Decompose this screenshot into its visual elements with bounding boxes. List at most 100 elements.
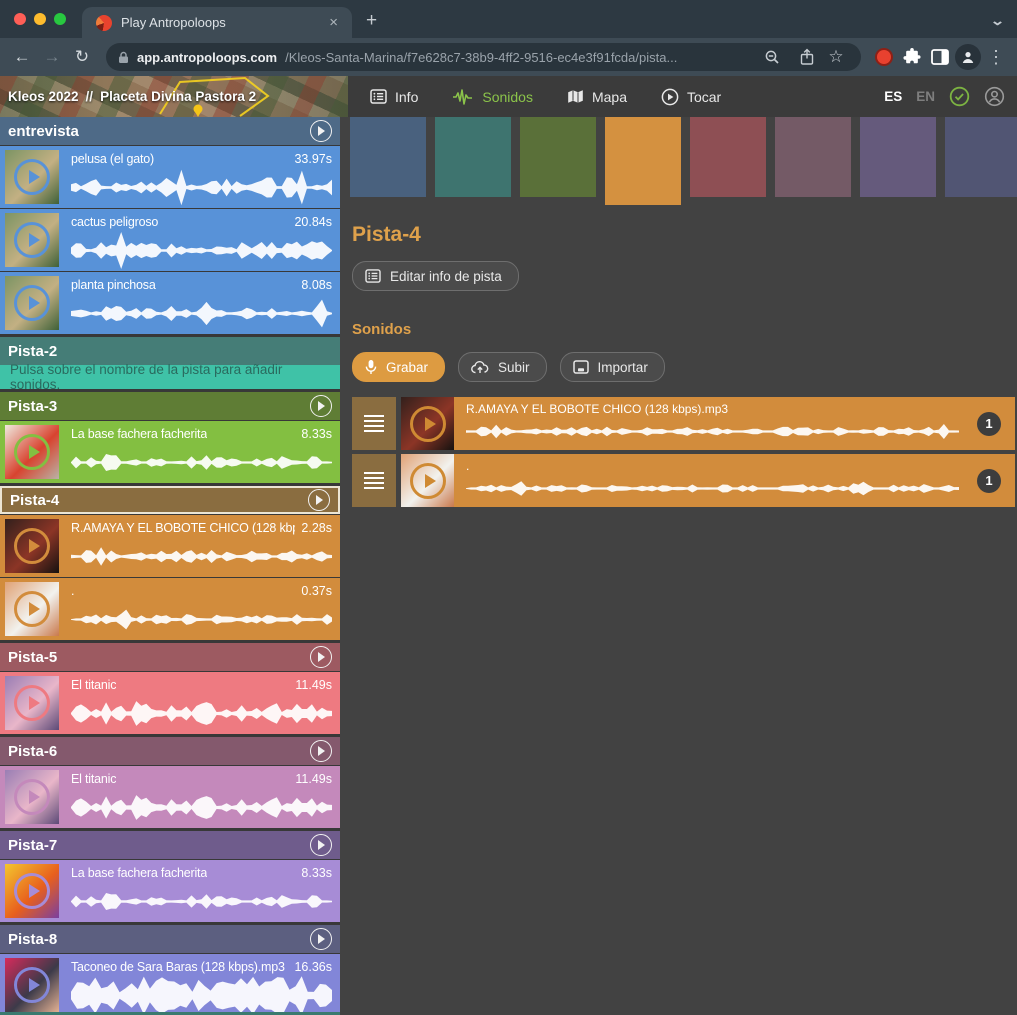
sync-check-icon[interactable] <box>949 86 970 107</box>
sound-thumbnail[interactable] <box>5 213 59 267</box>
track-color-tab[interactable] <box>350 117 426 197</box>
browser-tab[interactable]: Play Antropoloops × <box>82 7 352 38</box>
sound-item[interactable]: pelusa (el gato) 33.97s <box>0 146 340 208</box>
sound-waveform[interactable] <box>71 787 332 828</box>
play-icon[interactable] <box>410 406 446 442</box>
sound-thumbnail[interactable] <box>5 676 59 730</box>
reload-button[interactable]: ↻ <box>68 47 96 67</box>
nav-tab-mapa[interactable]: Mapa <box>567 89 627 105</box>
track-play-icon[interactable] <box>310 646 332 668</box>
sound-thumbnail[interactable] <box>5 864 59 918</box>
bookmark-star-icon[interactable]: ☆ <box>823 44 849 70</box>
sound-row[interactable]: R.AMAYA Y EL BOBOTE CHICO (128 kbps).mp3… <box>352 397 1015 450</box>
edit-track-info-button[interactable]: Editar info de pista <box>352 261 519 291</box>
sound-thumbnail[interactable] <box>5 582 59 636</box>
share-icon[interactable] <box>799 48 815 66</box>
sound-item[interactable]: Taconeo de Sara Baras (128 kbps).mp3 16.… <box>0 954 340 1015</box>
track-header[interactable]: Pista-8 <box>0 925 340 953</box>
browser-menu-icon[interactable]: ⋮ <box>983 44 1009 70</box>
track-color-tab[interactable] <box>775 117 851 197</box>
sound-item[interactable]: La base fachera facherita 8.33s <box>0 421 340 483</box>
sound-waveform[interactable] <box>71 442 332 483</box>
sound-thumbnail[interactable] <box>5 958 59 1012</box>
play-icon[interactable] <box>14 967 50 1003</box>
track-header[interactable]: Pista-7 <box>0 831 340 859</box>
play-icon[interactable] <box>14 434 50 470</box>
track-play-icon[interactable] <box>310 740 332 762</box>
sound-item[interactable]: cactus peligroso 20.84s <box>0 209 340 271</box>
sound-item[interactable]: R.AMAYA Y EL BOBOTE CHICO (128 kbps)....… <box>0 515 340 577</box>
track-header[interactable]: Pista-5 <box>0 643 340 671</box>
sound-item[interactable]: El titanic 11.49s <box>0 672 340 734</box>
sound-waveform[interactable] <box>71 881 332 922</box>
track-play-icon[interactable] <box>310 834 332 856</box>
track-play-icon[interactable] <box>308 489 330 511</box>
sound-thumbnail[interactable] <box>401 454 454 507</box>
profile-avatar[interactable] <box>955 44 981 70</box>
record-extension-icon[interactable] <box>871 44 897 70</box>
track-play-icon[interactable] <box>310 395 332 417</box>
upload-button[interactable]: Subir <box>458 352 547 382</box>
address-bar[interactable]: app.antropoloops.com /Kleos-Santa-Marina… <box>106 43 861 71</box>
lang-es-button[interactable]: ES <box>884 89 902 104</box>
track-header[interactable]: Pista-2 <box>0 337 340 365</box>
track-color-tab[interactable] <box>605 117 681 205</box>
sound-waveform[interactable] <box>71 167 332 208</box>
nav-tab-tocar[interactable]: Tocar <box>661 88 721 106</box>
sound-waveform[interactable] <box>466 474 959 503</box>
record-button[interactable]: Grabar <box>352 352 445 382</box>
lang-en-button[interactable]: EN <box>916 89 935 104</box>
sound-thumbnail[interactable] <box>401 397 454 450</box>
sound-thumbnail[interactable] <box>5 150 59 204</box>
nav-tab-sonidos[interactable]: Sonidos <box>452 89 533 105</box>
zoom-window-button[interactable] <box>54 13 66 25</box>
tab-close-icon[interactable]: × <box>325 14 342 31</box>
play-icon[interactable] <box>14 159 50 195</box>
sound-waveform[interactable] <box>71 230 332 271</box>
track-color-tab[interactable] <box>860 117 936 197</box>
track-play-icon[interactable] <box>310 120 332 142</box>
minimize-window-button[interactable] <box>34 13 46 25</box>
forward-button[interactable]: → <box>38 47 66 67</box>
import-button[interactable]: Importar <box>560 352 665 382</box>
sound-waveform[interactable] <box>71 693 332 734</box>
play-icon[interactable] <box>410 463 446 499</box>
zoom-out-icon[interactable] <box>764 49 781 66</box>
sound-thumbnail[interactable] <box>5 276 59 330</box>
play-icon[interactable] <box>14 591 50 627</box>
sound-item[interactable]: . 0.37s <box>0 578 340 640</box>
sound-item[interactable]: La base fachera facherita 8.33s <box>0 860 340 922</box>
close-window-button[interactable] <box>14 13 26 25</box>
sound-waveform[interactable] <box>71 536 332 577</box>
play-icon[interactable] <box>14 528 50 564</box>
drag-handle[interactable] <box>352 454 396 507</box>
account-icon[interactable] <box>984 86 1005 107</box>
sound-waveform[interactable] <box>71 975 332 1015</box>
sound-waveform[interactable] <box>466 417 959 446</box>
sound-thumbnail[interactable] <box>5 519 59 573</box>
sound-row[interactable]: . 1 <box>352 454 1015 507</box>
tab-search-chevron-icon[interactable]: ⌄ <box>990 13 1005 29</box>
play-icon[interactable] <box>14 779 50 815</box>
extensions-puzzle-icon[interactable] <box>899 44 925 70</box>
track-play-icon[interactable] <box>310 928 332 950</box>
track-color-tab[interactable] <box>520 117 596 197</box>
sound-thumbnail[interactable] <box>5 425 59 479</box>
track-header[interactable]: Pista-6 <box>0 737 340 765</box>
track-color-tab[interactable] <box>690 117 766 197</box>
sound-thumbnail[interactable] <box>5 770 59 824</box>
play-icon[interactable] <box>14 285 50 321</box>
sound-item[interactable]: planta pinchosa 8.08s <box>0 272 340 334</box>
back-button[interactable]: ← <box>8 47 36 67</box>
play-icon[interactable] <box>14 685 50 721</box>
track-color-tab[interactable] <box>435 117 511 197</box>
nav-tab-info[interactable]: Info <box>370 89 418 105</box>
sound-waveform[interactable] <box>71 293 332 334</box>
sound-item[interactable]: El titanic 11.49s <box>0 766 340 828</box>
play-icon[interactable] <box>14 873 50 909</box>
sound-waveform[interactable] <box>71 599 332 640</box>
track-color-tab[interactable] <box>945 117 1017 197</box>
track-header[interactable]: Pista-4 <box>0 486 340 514</box>
side-panel-icon[interactable] <box>927 44 953 70</box>
play-icon[interactable] <box>14 222 50 258</box>
